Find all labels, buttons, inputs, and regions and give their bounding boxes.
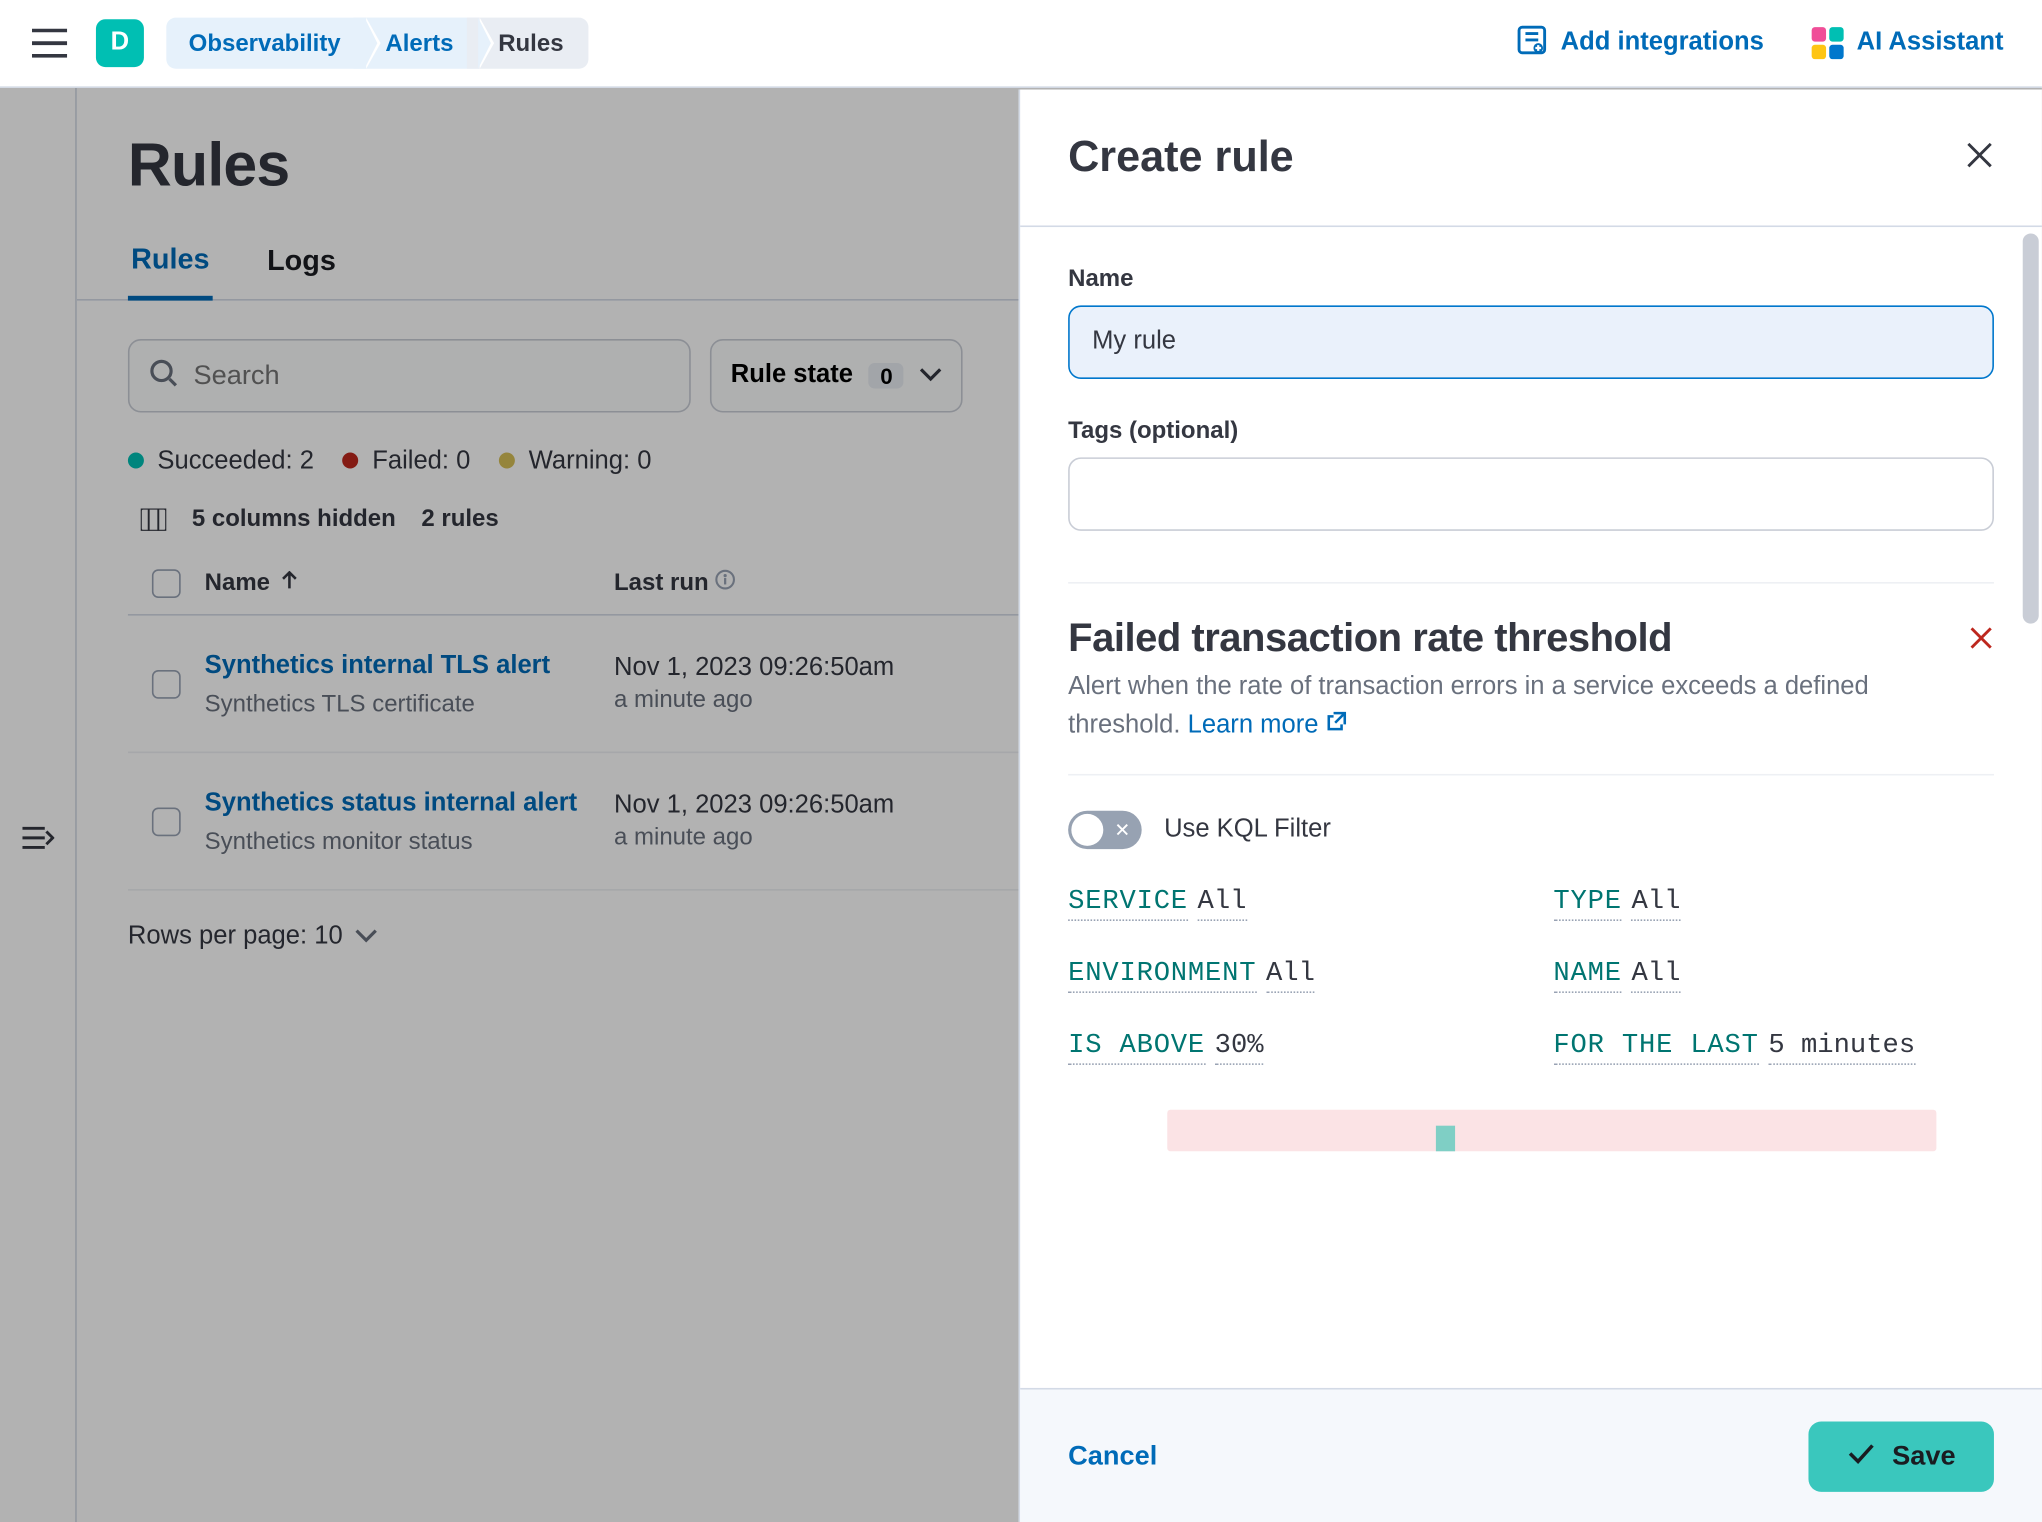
row-checkbox[interactable] — [152, 669, 181, 698]
tab-rules[interactable]: Rules — [128, 243, 213, 301]
flyout-footer: Cancel Save — [1020, 1388, 2042, 1522]
tags-field-label: Tags (optional) — [1068, 417, 1994, 444]
space-avatar-initial: D — [111, 29, 129, 58]
flyout-title: Create rule — [1068, 133, 1294, 183]
tab-logs[interactable]: Logs — [264, 243, 339, 299]
column-header-name[interactable]: Name — [205, 569, 614, 596]
status-dot-warning — [499, 453, 515, 469]
chevron-down-icon — [920, 361, 942, 390]
scrollbar-thumb[interactable] — [2023, 233, 2039, 623]
columns-icon[interactable] — [141, 508, 167, 530]
param-is-above[interactable]: IS ABOVE30% — [1068, 1032, 1509, 1062]
save-button-label: Save — [1892, 1440, 1955, 1472]
external-link-icon — [1325, 707, 1347, 745]
status-warning-label: Warning: — [529, 448, 630, 475]
expand-icon — [22, 825, 54, 855]
ai-assistant-label: AI Assistant — [1857, 29, 2004, 58]
remove-rule-type-button[interactable] — [1968, 616, 1994, 656]
space-avatar[interactable]: D — [96, 19, 144, 67]
rule-state-count: 0 — [869, 363, 904, 389]
nav-toggle-button[interactable] — [26, 22, 74, 64]
threshold-preview-chart — [1167, 1110, 1936, 1152]
kql-filter-label: Use KQL Filter — [1164, 816, 1331, 845]
name-field-label: Name — [1068, 265, 1994, 292]
chart-bar — [1436, 1126, 1455, 1152]
param-environment[interactable]: ENVIRONMENTAll — [1068, 960, 1509, 990]
rule-params: SERVICEAll TYPEAll ENVIRONMENTAll NAMEAl… — [1068, 888, 1994, 1062]
divider — [1068, 582, 1994, 584]
close-icon — [1968, 625, 1994, 655]
status-succeeded-count: 2 — [300, 448, 314, 475]
sort-asc-icon — [280, 569, 299, 596]
rule-type-text: Synthetics monitor status — [205, 828, 602, 855]
rule-type-description: Alert when the rate of transaction error… — [1068, 668, 1949, 745]
check-icon — [1847, 1440, 1876, 1472]
chevron-down-icon — [355, 923, 377, 952]
rule-type-title: Failed transaction rate threshold — [1068, 616, 1949, 662]
param-for-the-last[interactable]: FOR THE LAST5 minutes — [1553, 1032, 1994, 1062]
info-icon — [715, 569, 736, 596]
toggle-off-icon: ✕ — [1114, 817, 1130, 843]
rule-state-label: Rule state — [731, 361, 853, 390]
param-service[interactable]: SERVICEAll — [1068, 888, 1509, 918]
save-button[interactable]: Save — [1809, 1421, 1994, 1491]
close-icon — [1965, 141, 1994, 175]
expand-sidebar-button[interactable] — [22, 158, 54, 1522]
search-box[interactable] — [128, 339, 691, 413]
rules-count-text: 2 rules — [421, 505, 498, 532]
search-input[interactable] — [193, 360, 670, 392]
status-warning-count: 0 — [637, 448, 651, 475]
row-checkbox[interactable] — [152, 807, 181, 836]
status-succeeded-label: Succeeded: — [157, 448, 292, 475]
search-icon — [149, 357, 178, 394]
rule-name-input[interactable] — [1068, 305, 1994, 379]
ai-assistant-button[interactable]: AI Assistant — [1799, 18, 2016, 69]
breadcrumb-observability[interactable]: Observability — [166, 18, 366, 69]
breadcrumb: Observability Alerts Rules — [166, 18, 589, 69]
sidebar-rail — [0, 88, 77, 1522]
param-type[interactable]: TYPEAll — [1553, 888, 1994, 918]
status-failed-label: Failed: — [372, 448, 449, 475]
columns-hidden-text: 5 columns hidden — [192, 505, 396, 532]
status-dot-failed — [343, 453, 359, 469]
select-all-checkbox[interactable] — [152, 568, 181, 597]
rule-name-link[interactable]: Synthetics status internal alert — [205, 790, 578, 817]
integrations-icon — [1516, 23, 1548, 63]
rule-name-link[interactable]: Synthetics internal TLS alert — [205, 653, 550, 680]
add-integrations-label: Add integrations — [1561, 29, 1764, 58]
status-dot-succeeded — [128, 453, 144, 469]
global-header: D Observability Alerts Rules Add integra… — [0, 0, 2042, 88]
rule-type-text: Synthetics TLS certificate — [205, 690, 602, 717]
param-name[interactable]: NAMEAll — [1553, 960, 1994, 990]
flyout-close-button[interactable] — [1965, 141, 1994, 175]
ai-assistant-icon — [1812, 27, 1844, 59]
rows-per-page-label: Rows per page: 10 — [128, 923, 343, 952]
kql-filter-toggle[interactable]: ✕ — [1068, 811, 1142, 849]
create-rule-flyout: Create rule Name Tags (optional) Failed … — [1019, 90, 2042, 1522]
hamburger-icon — [32, 29, 67, 58]
status-failed-count: 0 — [456, 448, 470, 475]
tags-input[interactable] — [1068, 457, 1994, 531]
rule-state-filter[interactable]: Rule state 0 — [710, 339, 963, 413]
learn-more-link[interactable]: Learn more — [1188, 712, 1348, 739]
add-integrations-button[interactable]: Add integrations — [1503, 14, 1777, 73]
cancel-button[interactable]: Cancel — [1068, 1440, 1157, 1472]
divider — [1068, 774, 1994, 776]
